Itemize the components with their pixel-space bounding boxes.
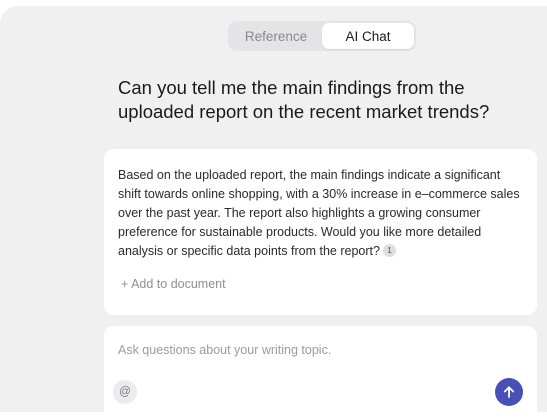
citation-badge[interactable]: 1 <box>382 244 396 258</box>
mention-button[interactable]: @ <box>113 380 137 404</box>
answer-text: Based on the uploaded report, the main f… <box>118 168 520 258</box>
chat-composer: @ <box>104 326 537 418</box>
ai-answer-card: Based on the uploaded report, the main f… <box>104 149 537 315</box>
send-button[interactable] <box>495 378 523 406</box>
ai-chat-panel: Reference AI Chat Can you tell me the ma… <box>0 6 547 418</box>
tab-ai-chat[interactable]: AI Chat <box>322 23 414 49</box>
tab-switcher: Reference AI Chat <box>228 21 416 51</box>
answer-body: Based on the uploaded report, the main f… <box>118 166 523 261</box>
user-question: Can you tell me the main findings from t… <box>118 77 490 122</box>
arrow-up-icon <box>503 386 515 398</box>
at-icon: @ <box>119 386 131 398</box>
add-to-document-button[interactable]: + Add to document <box>121 277 226 291</box>
tab-reference[interactable]: Reference <box>230 23 322 49</box>
chat-input[interactable] <box>118 343 518 357</box>
